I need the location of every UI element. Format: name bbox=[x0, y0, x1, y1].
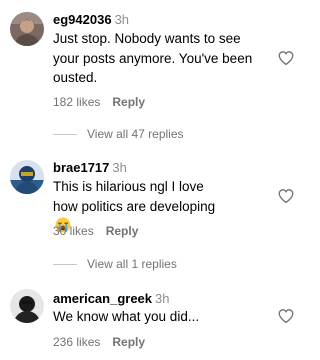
avatar[interactable] bbox=[10, 289, 44, 323]
view-replies-label: View all 1 replies bbox=[87, 257, 177, 271]
comment-username[interactable]: eg942036 bbox=[53, 12, 112, 27]
heart-icon[interactable] bbox=[277, 49, 295, 67]
likes-count[interactable]: 236 likes bbox=[53, 335, 100, 349]
avatar[interactable] bbox=[10, 12, 44, 46]
reply-button[interactable]: Reply bbox=[112, 95, 145, 109]
comment-text: Just stop. Nobody wants to see your post… bbox=[53, 31, 253, 85]
view-replies-button[interactable]: View all 47 replies bbox=[53, 127, 184, 141]
divider-line bbox=[53, 263, 77, 265]
comment-text-content: This is hilarious ngl I love how politic… bbox=[53, 179, 216, 214]
view-replies-label: View all 47 replies bbox=[87, 127, 184, 141]
comment-text: We know what you did... bbox=[53, 309, 200, 324]
view-replies-button[interactable]: View all 1 replies bbox=[53, 257, 177, 271]
comment-timestamp: 3h bbox=[114, 12, 130, 27]
comment-timestamp: 3h bbox=[112, 160, 127, 175]
heart-icon[interactable] bbox=[277, 187, 295, 205]
heart-icon[interactable] bbox=[277, 307, 295, 325]
reply-button[interactable]: Reply bbox=[112, 335, 145, 349]
divider-line bbox=[53, 133, 77, 135]
likes-count[interactable]: 30 likes bbox=[53, 224, 94, 238]
likes-count[interactable]: 182 likes bbox=[53, 95, 100, 109]
reply-button[interactable]: Reply bbox=[106, 224, 139, 238]
comment-timestamp: 3h bbox=[155, 291, 170, 306]
comment-username[interactable]: brae1717 bbox=[53, 160, 109, 175]
comment-username[interactable]: american_greek bbox=[53, 291, 152, 306]
avatar[interactable] bbox=[10, 160, 44, 194]
